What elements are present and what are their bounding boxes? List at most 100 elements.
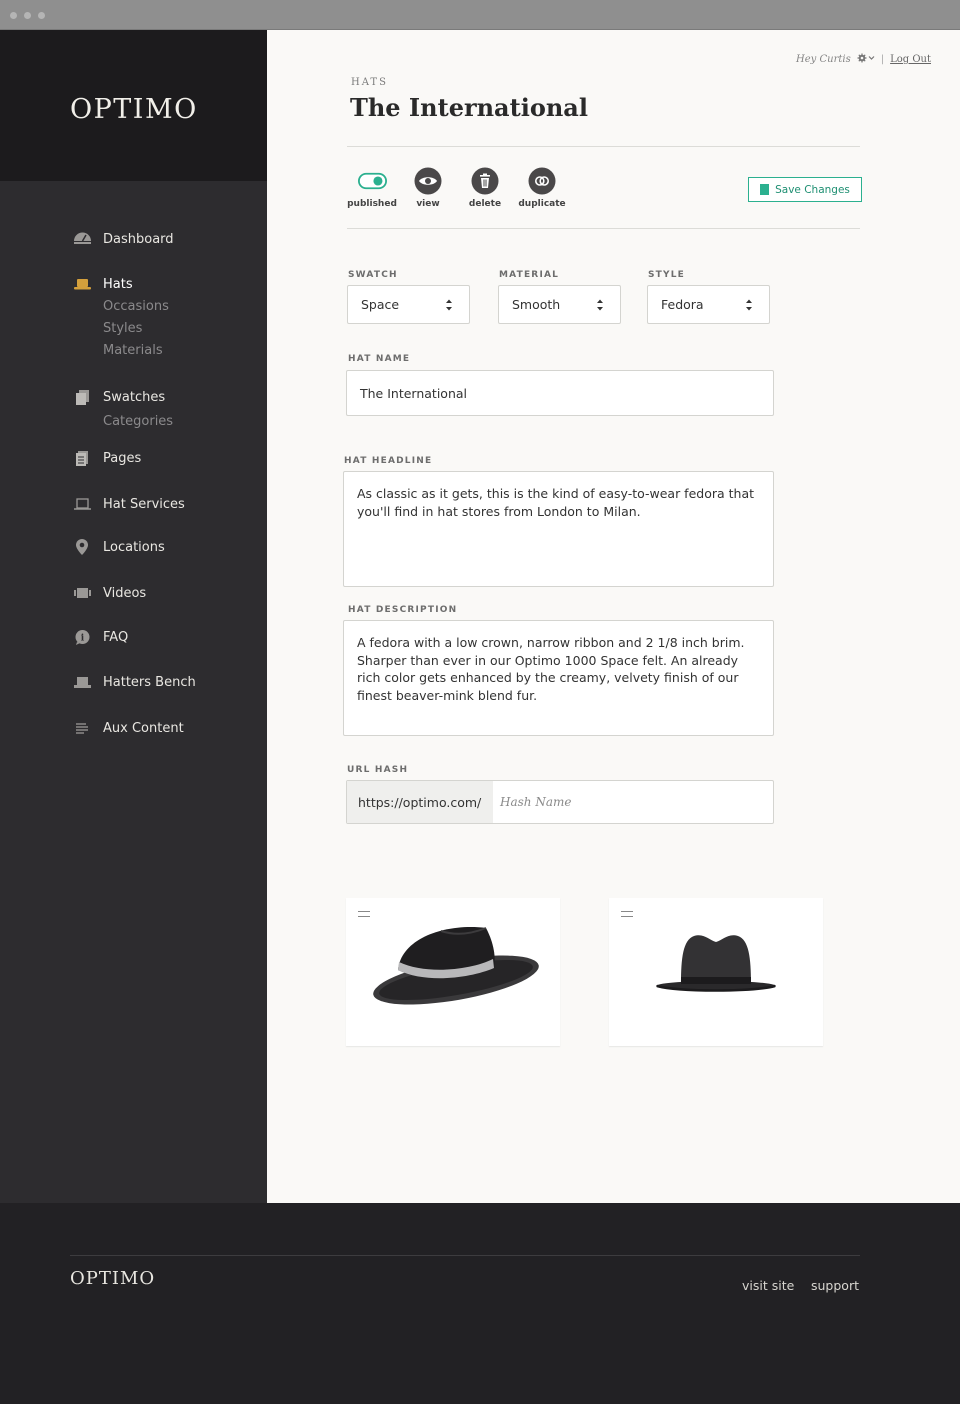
sidebar-subitem-categories[interactable]: Categories (103, 414, 173, 429)
url-hash-field: https://optimo.com/ Hash Name (346, 780, 774, 824)
sidebar-item-faq[interactable]: i FAQ (72, 627, 128, 647)
sidebar-item-label: FAQ (103, 629, 129, 645)
material-label: MATERIAL (499, 270, 560, 280)
lines-icon (72, 719, 92, 737)
sidebar-item-dashboard[interactable]: Dashboard (72, 229, 174, 249)
hat-description-textarea[interactable]: A fedora with a low crown, narrow ribbon… (343, 620, 774, 736)
user-greeting: Hey Curtis (796, 54, 851, 65)
sidebar-item-label: Pages (103, 450, 142, 466)
sidebar-item-hats[interactable]: Hats (72, 274, 133, 294)
visit-site-link[interactable]: visit site (742, 1278, 794, 1293)
bench-icon (72, 673, 92, 691)
window-minimize-dot[interactable] (24, 12, 31, 19)
view-label: view (416, 199, 440, 209)
duplicate-button[interactable]: duplicate (512, 167, 572, 209)
delete-button[interactable]: delete (455, 167, 515, 209)
page-title: The International (350, 93, 588, 122)
drag-handle-icon[interactable] (358, 911, 370, 917)
footer: OPTIMO visit site support (0, 1203, 960, 1404)
sidebar-item-aux-content[interactable]: Aux Content (72, 718, 184, 738)
drag-handle-icon[interactable] (621, 911, 633, 917)
sidebar-item-label: Hat Services (103, 496, 185, 512)
hat-name-value: The International (360, 385, 468, 401)
document-icon (760, 184, 770, 195)
style-label: STYLE (648, 270, 686, 280)
save-changes-button[interactable]: Save Changes (748, 177, 862, 202)
material-select[interactable]: Smooth (498, 285, 621, 324)
duplicate-rings-icon (528, 167, 557, 194)
brand-logo[interactable]: OPTIMO (70, 94, 198, 125)
swatch-label: SWATCH (348, 270, 398, 280)
trash-icon (471, 167, 500, 194)
style-value: Fedora (661, 297, 704, 312)
published-label: published (347, 199, 397, 209)
sidebar-item-pages[interactable]: Pages (72, 448, 141, 468)
sidebar-item-label: Aux Content (103, 720, 184, 736)
brand-header: OPTIMO (0, 30, 267, 181)
pages-icon (72, 449, 92, 467)
sidebar: OPTIMO Dashboard Hats Occasions Styles M… (0, 30, 267, 1203)
select-arrows-icon (446, 299, 452, 311)
sidebar-subitem-occasions[interactable]: Occasions (103, 299, 169, 314)
hat-image-card[interactable] (609, 898, 823, 1046)
sidebar-item-videos[interactable]: Videos (72, 583, 146, 603)
hat-services-icon (72, 495, 92, 513)
sidebar-item-label: Locations (103, 539, 165, 555)
hat-name-input[interactable]: The International (346, 370, 774, 416)
gear-icon[interactable] (857, 53, 875, 66)
browser-titlebar (0, 0, 960, 30)
hat-description-label: HAT DESCRIPTION (348, 605, 458, 615)
sidebar-item-label: Swatches (103, 389, 166, 405)
sidebar-item-label: Dashboard (103, 231, 174, 247)
hat-image-card[interactable] (346, 898, 560, 1046)
material-value: Smooth (512, 297, 561, 312)
sidebar-item-locations[interactable]: Locations (72, 537, 165, 557)
published-toggle[interactable]: published (342, 167, 402, 209)
sidebar-item-hat-services[interactable]: Hat Services (72, 494, 185, 514)
footer-divider (70, 1255, 860, 1256)
sidebar-item-hatters-bench[interactable]: Hatters Bench (72, 672, 196, 692)
save-changes-label: Save Changes (775, 183, 850, 196)
url-hash-label: URL HASH (347, 765, 409, 775)
logout-link[interactable]: Log Out (890, 54, 931, 65)
hat-headline-label: HAT HEADLINE (344, 456, 433, 466)
sidebar-item-label: Hats (103, 276, 133, 292)
swatch-select[interactable]: Space (347, 285, 470, 324)
duplicate-label: duplicate (518, 199, 566, 209)
hat-headline-textarea[interactable]: As classic as it gets, this is the kind … (343, 471, 774, 587)
hat-icon (72, 275, 92, 293)
support-link[interactable]: support (811, 1278, 859, 1293)
breadcrumb[interactable]: HATS (351, 77, 388, 88)
divider (347, 146, 860, 147)
location-pin-icon (72, 538, 92, 556)
footer-logo[interactable]: OPTIMO (70, 1268, 155, 1289)
hat-name-label: HAT NAME (348, 354, 411, 364)
delete-label: delete (468, 199, 502, 209)
faq-icon: i (72, 628, 92, 646)
window-close-dot[interactable] (10, 12, 17, 19)
main-content: Hey Curtis | Log Out HATS The Internatio… (267, 30, 960, 1203)
svg-text:i: i (80, 633, 84, 643)
hat-image-front (656, 935, 776, 992)
eye-icon (414, 167, 443, 194)
select-arrows-icon (746, 299, 752, 311)
view-button[interactable]: view (398, 167, 458, 209)
dashboard-icon (72, 230, 92, 248)
url-prefix: https://optimo.com/ (347, 781, 493, 823)
sidebar-item-swatches[interactable]: Swatches (72, 387, 165, 407)
video-icon (72, 584, 92, 602)
style-select[interactable]: Fedora (647, 285, 770, 324)
window-zoom-dot[interactable] (38, 12, 45, 19)
sidebar-subitem-materials[interactable]: Materials (103, 343, 163, 358)
hash-name-input[interactable]: Hash Name (493, 781, 773, 823)
divider (347, 228, 860, 229)
sidebar-item-label: Hatters Bench (103, 674, 196, 690)
sidebar-item-label: Videos (103, 585, 147, 601)
select-arrows-icon (597, 299, 603, 311)
toggle-on-icon (357, 167, 387, 194)
hat-image-angled (373, 927, 539, 1005)
swatches-icon (72, 388, 92, 406)
separator: | (880, 54, 885, 65)
sidebar-subitem-styles[interactable]: Styles (103, 321, 142, 336)
user-menu: Hey Curtis | Log Out (796, 53, 931, 66)
